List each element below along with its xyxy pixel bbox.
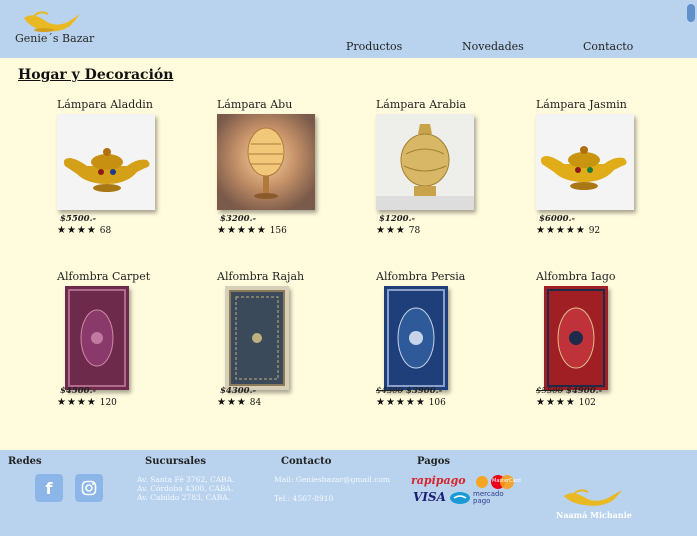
product-name[interactable]: Lámpara Jasmin [536, 98, 627, 111]
branch-address: Av. Santa Fé 3762, CABA. [137, 475, 235, 484]
product-rating: ★★★★ 68 [57, 225, 112, 236]
product-price: $4300 $3900.- [376, 386, 443, 396]
product-price: $4300.- [220, 386, 257, 396]
star-icons: ★★★★ [57, 397, 97, 408]
product-name[interactable]: Lámpara Abu [217, 98, 292, 111]
product-rating: ★★★★ 102 [536, 397, 596, 408]
product-price: $4500.- [60, 386, 97, 396]
rapipago-logo: rapipago [411, 474, 466, 487]
product-image[interactable] [57, 114, 155, 210]
footer-redes-heading: Redes [8, 456, 42, 467]
star-icons: ★★★★★ [376, 397, 426, 408]
contact-mail[interactable]: Mail: Geniesbazar@gmail.com [274, 475, 390, 484]
product-price: $5500.- [60, 214, 97, 224]
product-image[interactable] [376, 114, 474, 210]
brand-name: Genie´s Bazar [15, 32, 95, 45]
branch-address: Av. Cabildo 2783, CABA. [137, 493, 231, 502]
site-header: Genie´s Bazar Productos Novedades Contac… [0, 0, 697, 58]
main-content: Hogar y Decoración Lámpara Aladdin $5500… [0, 58, 697, 450]
facebook-icon[interactable]: f [35, 474, 63, 502]
footer-contacto-heading: Contacto [281, 456, 332, 467]
product-rating: ★★★★★ 156 [217, 225, 287, 236]
product-name[interactable]: Lámpara Arabia [376, 98, 466, 111]
nav-contacto[interactable]: Contacto [583, 40, 633, 53]
star-icons: ★★★ [376, 225, 406, 236]
product-rating: ★★★ 78 [376, 225, 421, 236]
star-icons: ★★★★★ [536, 225, 586, 236]
product-price: $1200.- [379, 214, 416, 224]
product-price: $3200.- [220, 214, 257, 224]
visa-logo: VISA [413, 490, 446, 504]
page-title: Hogar y Decoración [18, 67, 174, 83]
mastercard-logo: MasterCard [474, 474, 522, 490]
product-image[interactable] [225, 286, 289, 390]
product-rating: ★★★ 84 [217, 397, 262, 408]
product-card[interactable]: Alfombra Iago $5500 $4900.- ★★★★ 102 [536, 270, 676, 420]
product-name[interactable]: Alfombra Rajah [217, 270, 304, 283]
product-rating: ★★★★ 120 [57, 397, 117, 408]
scroll-indicator[interactable] [687, 4, 695, 22]
star-icons: ★★★ [217, 397, 247, 408]
product-image[interactable] [544, 286, 608, 390]
product-card[interactable]: Lámpara Abu $3200.- ★★★★★ 156 [217, 98, 357, 248]
mercadopago-logo: mercado pago [449, 490, 513, 506]
product-card[interactable]: Lámpara Arabia $1200.- ★★★ 78 [376, 98, 516, 248]
contact-phone: Tel.: 4567-8910 [274, 494, 334, 503]
product-card[interactable]: Lámpara Aladdin $5500.- ★★★★ 68 [57, 98, 197, 248]
star-icons: ★★★★ [57, 225, 97, 236]
instagram-icon[interactable] [75, 474, 103, 502]
branch-address: Av. Córdoba 4300, CABA. [137, 484, 234, 493]
star-icons: ★★★★★ [217, 225, 267, 236]
product-card[interactable]: Alfombra Persia $4300 $3900.- ★★★★★ 106 [376, 270, 516, 420]
footer-pagos-heading: Pagos [417, 456, 451, 467]
nav-novedades[interactable]: Novedades [462, 40, 524, 53]
star-icons: ★★★★ [536, 397, 576, 408]
product-image[interactable] [384, 286, 448, 390]
footer-sucursales-heading: Sucursales [145, 456, 207, 467]
product-price: $6000.- [539, 214, 576, 224]
designer-signature: Naamá Michanie [556, 510, 632, 520]
nav-productos[interactable]: Productos [346, 40, 402, 53]
product-price: $5500 $4900.- [536, 386, 603, 396]
product-card[interactable]: Lámpara Jasmin $6000.- ★★★★★ 92 [536, 98, 676, 248]
product-image[interactable] [65, 286, 129, 390]
product-card[interactable]: Alfombra Carpet $4500.- ★★★★ 120 [57, 270, 197, 420]
site-footer: Redes f Sucursales Av. Santa Fé 3762, CA… [0, 450, 697, 536]
product-rating: ★★★★★ 106 [376, 397, 446, 408]
product-name[interactable]: Lámpara Aladdin [57, 98, 153, 111]
product-name[interactable]: Alfombra Persia [376, 270, 465, 283]
product-name[interactable]: Alfombra Carpet [57, 270, 150, 283]
product-name[interactable]: Alfombra Iago [536, 270, 616, 283]
product-rating: ★★★★★ 92 [536, 225, 601, 236]
product-image[interactable] [217, 114, 315, 210]
product-image[interactable] [536, 114, 634, 210]
product-card[interactable]: Alfombra Rajah $4300.- ★★★ 84 [217, 270, 357, 420]
